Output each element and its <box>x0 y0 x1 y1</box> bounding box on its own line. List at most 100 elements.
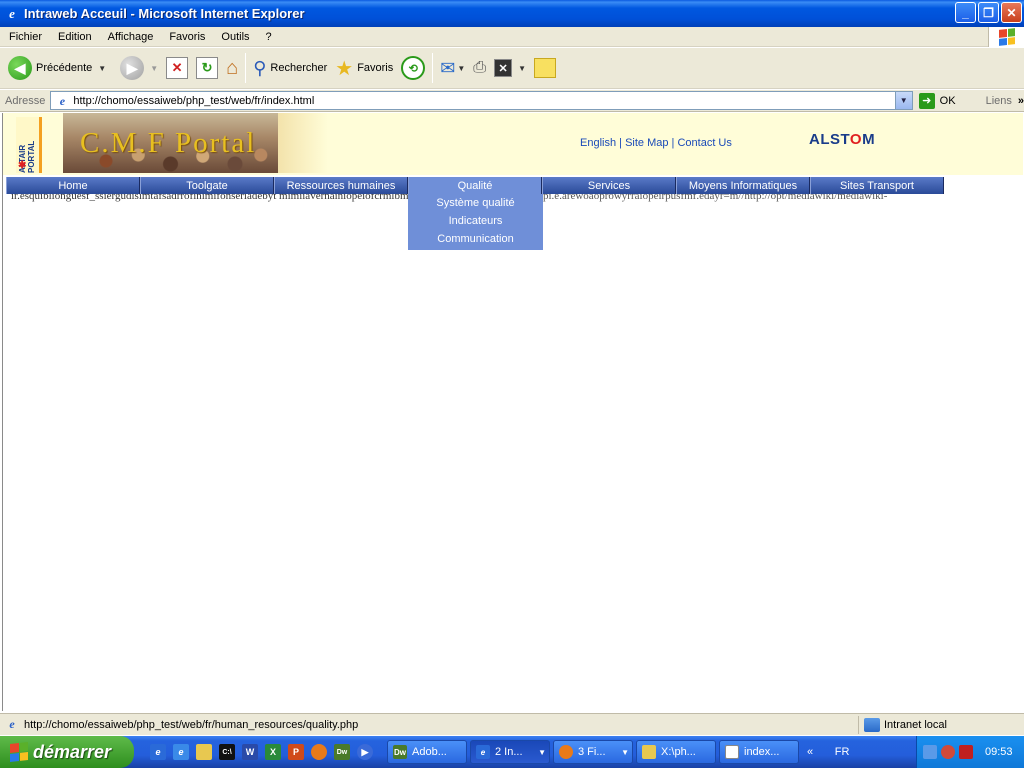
folder-icon[interactable] <box>196 744 212 760</box>
search-icon: ⚲ <box>253 57 267 78</box>
nav-qualite[interactable]: Qualité <box>408 177 542 194</box>
forward-arrow-icon: ▶ <box>120 56 145 80</box>
word-icon[interactable]: W <box>242 744 258 760</box>
note-button[interactable] <box>530 50 560 86</box>
search-label: Rechercher <box>270 62 328 74</box>
refresh-button[interactable]: ↻ <box>192 50 222 86</box>
network-icon[interactable] <box>923 745 937 759</box>
chevron-down-icon[interactable]: ▼ <box>98 64 106 73</box>
menu-outils[interactable]: Outils <box>213 31 257 43</box>
excel-icon[interactable]: X <box>265 744 281 760</box>
menu-favoris[interactable]: Favoris <box>161 31 213 43</box>
nav-ressources-humaines[interactable]: Ressources humaines <box>274 177 408 194</box>
dropdown-item-systeme-qualite[interactable]: Système qualité <box>408 194 543 212</box>
chevron-down-icon[interactable]: ▼ <box>538 748 546 757</box>
portal-title: C.M.F Portal <box>80 127 257 159</box>
search-button[interactable]: ⚲ Rechercher <box>249 50 331 86</box>
task-explorer-folder[interactable]: X:\ph... <box>636 740 716 764</box>
chevron-down-icon[interactable]: ▼ <box>621 748 629 757</box>
system-tray: 09:53 <box>916 736 1024 768</box>
task-list: Dw Adob... e 2 In... ▼ 3 Fi... ▼ X:\ph..… <box>387 740 799 764</box>
security-zone: Intranet local <box>858 716 947 734</box>
chevron-down-icon[interactable]: ▼ <box>457 64 465 73</box>
history-button[interactable]: ⟲ <box>397 50 429 86</box>
notepad-icon <box>725 745 739 759</box>
media-player-icon[interactable]: ▶ <box>357 744 373 760</box>
refresh-icon: ↻ <box>196 57 219 79</box>
address-bar: Adresse e http://chomo/essaiweb/php_test… <box>0 90 1024 112</box>
menu-edition[interactable]: Edition <box>50 31 100 43</box>
nav-services[interactable]: Services <box>542 177 676 194</box>
link-site-map[interactable]: Site Map <box>625 137 668 149</box>
start-button[interactable]: démarrer <box>0 736 134 768</box>
page-icon: e <box>59 93 66 108</box>
printer-icon: ⎙ <box>473 59 487 76</box>
nav-sites-transport[interactable]: Sites Transport <box>810 177 944 194</box>
brand-o: O <box>849 131 863 148</box>
ie-icon[interactable]: e <box>150 744 166 760</box>
top-links: English | Site Map | Contact Us <box>580 137 732 149</box>
menu-help[interactable]: ? <box>258 31 280 43</box>
edit-icon: ✕ <box>494 59 513 77</box>
dreamweaver-icon[interactable]: Dw <box>334 744 350 760</box>
powerpoint-icon[interactable]: P <box>288 744 304 760</box>
close-button[interactable]: ✕ <box>1001 2 1022 23</box>
banner-fade <box>278 113 328 173</box>
ie-window: e Intraweb Acceuil - Microsoft Internet … <box>0 0 1024 768</box>
ie-icon: e <box>476 745 490 759</box>
task-firefox[interactable]: 3 Fi... ▼ <box>553 740 633 764</box>
language-indicator[interactable]: FR <box>823 746 861 758</box>
stop-button[interactable]: ✕ <box>162 50 192 86</box>
favorites-button[interactable]: ★ Favoris <box>331 50 397 86</box>
links-label[interactable]: Liens <box>986 95 1012 107</box>
address-url[interactable]: http://chomo/essaiweb/php_test/web/fr/in… <box>73 95 314 107</box>
address-label: Adresse <box>5 94 46 107</box>
history-icon: ⟲ <box>401 56 426 80</box>
go-label: OK <box>939 94 956 107</box>
chevron-down-icon[interactable]: ▼ <box>150 64 158 73</box>
link-contact-us[interactable]: Contact Us <box>677 137 731 149</box>
ie-icon[interactable]: e <box>173 744 189 760</box>
chevron-down-icon[interactable]: ▼ <box>894 92 912 109</box>
page-content: ALTAIR PORTAL ✱ C.M.F Portal English | S… <box>2 113 1023 711</box>
mail-button[interactable]: ✉ ▼ <box>436 50 469 86</box>
firefox-icon[interactable] <box>311 744 327 760</box>
note-icon <box>534 58 556 78</box>
nav-toolgate[interactable]: Toolgate <box>140 177 274 194</box>
home-icon: ⌂ <box>226 56 239 79</box>
chevron-right-icon[interactable]: » <box>1018 95 1024 107</box>
task-notepad[interactable]: index... <box>719 740 799 764</box>
home-button[interactable]: ⌂ <box>222 50 242 86</box>
forward-button[interactable]: ▶ ▼ <box>116 50 162 86</box>
start-label: démarrer <box>33 741 112 762</box>
back-button[interactable]: ◀ Précédente ▼ <box>0 50 110 86</box>
minimize-button[interactable]: _ <box>955 2 976 23</box>
page-icon: e <box>9 716 15 731</box>
edit-button[interactable]: ✕ ▼ <box>490 50 530 86</box>
security-icon[interactable] <box>941 745 955 759</box>
chevron-down-icon[interactable]: ▼ <box>518 64 526 73</box>
cmd-icon[interactable]: C:\ <box>219 744 235 760</box>
address-input[interactable]: e http://chomo/essaiweb/php_test/web/fr/… <box>50 91 913 110</box>
status-bar: e http://chomo/essaiweb/php_test/web/fr/… <box>0 713 1024 735</box>
menu-fichier[interactable]: Fichier <box>0 31 50 43</box>
chevron-left-icon[interactable]: « <box>807 746 813 758</box>
menu-affichage[interactable]: Affichage <box>100 31 162 43</box>
restore-button[interactable]: ❐ <box>978 2 999 23</box>
window-title: Intraweb Acceuil - Microsoft Internet Ex… <box>24 6 305 21</box>
task-internet-explorer[interactable]: e 2 In... ▼ <box>470 740 550 764</box>
antivirus-icon[interactable] <box>959 745 973 759</box>
intranet-icon <box>864 718 880 732</box>
mail-icon: ✉ <box>440 57 456 78</box>
link-english[interactable]: English <box>580 137 616 149</box>
back-label: Précédente <box>36 62 93 74</box>
menu-bar: Fichier Edition Affichage Favoris Outils… <box>0 27 1024 47</box>
zone-label: Intranet local <box>884 719 947 731</box>
dropdown-item-communication[interactable]: Communication <box>408 230 543 248</box>
nav-moyens-informatiques[interactable]: Moyens Informatiques <box>676 177 810 194</box>
task-dreamweaver[interactable]: Dw Adob... <box>387 740 467 764</box>
nav-home[interactable]: Home <box>6 177 140 194</box>
print-button[interactable]: ⎙ <box>469 50 490 86</box>
dropdown-item-indicateurs[interactable]: Indicateurs <box>408 212 543 230</box>
go-button[interactable]: ➜ OK <box>918 92 956 109</box>
